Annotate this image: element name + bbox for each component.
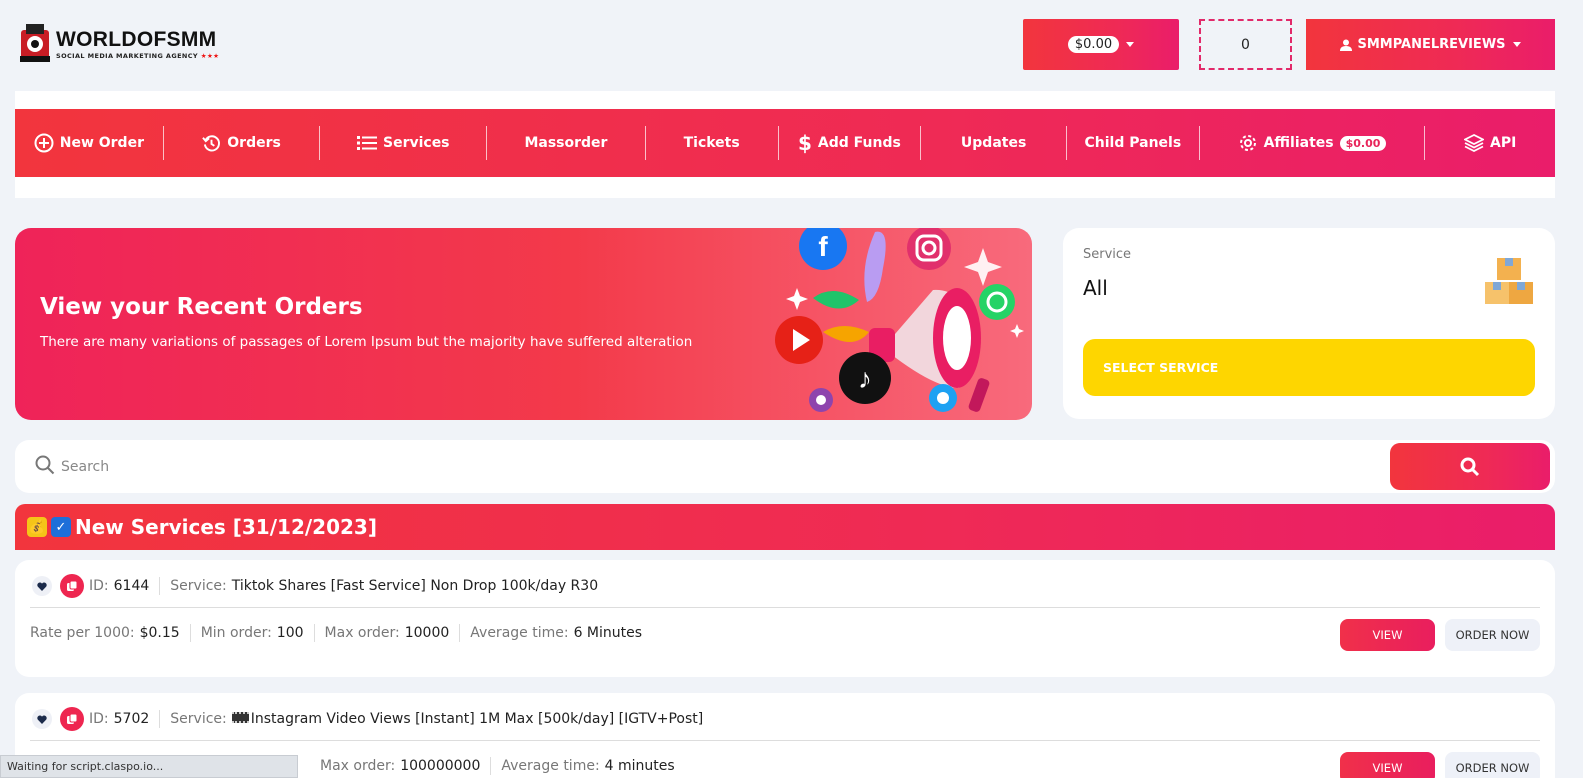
service-item: ID: 6144 Service: Tiktok Shares [Fast Serv… xyxy=(15,560,1555,677)
brand-logo[interactable]: WORLDOFSMM SOCIAL MEDIA MARKETING AGENCY… xyxy=(18,18,240,70)
user-icon xyxy=(1340,39,1353,51)
svg-text:f: f xyxy=(818,231,828,262)
nav-container: New Order Orders Services Massorder Tick… xyxy=(15,91,1555,198)
main-nav: New Order Orders Services Massorder Tick… xyxy=(15,109,1555,177)
nav-updates[interactable]: Updates xyxy=(921,109,1066,177)
chevron-down-icon xyxy=(1126,42,1135,47)
nav-massorder[interactable]: Massorder xyxy=(487,109,645,177)
banner-title: View your Recent Orders xyxy=(40,294,363,320)
search-icon xyxy=(1460,457,1480,476)
category-header: 💰 ✓ New Services [31/12/2023] xyxy=(15,504,1555,550)
favorite-heart-icon[interactable] xyxy=(32,576,52,596)
brand-tagline: SOCIAL MEDIA MARKETING AGENCY ★★★ xyxy=(56,51,220,60)
logo-mascot-icon xyxy=(18,22,52,66)
copy-icon[interactable] xyxy=(60,574,84,598)
layers-icon xyxy=(1464,134,1484,152)
nav-tickets[interactable]: Tickets xyxy=(646,109,778,177)
megaphone-illustration-icon: f ♪ xyxy=(775,228,1024,412)
service-rate: $0.15 xyxy=(139,625,180,641)
favorite-heart-icon[interactable] xyxy=(32,709,52,729)
browser-status-bar: Waiting for script.claspo.io... xyxy=(0,755,298,778)
view-button[interactable]: VIEW xyxy=(1340,619,1435,651)
affiliates-balance-badge: $0.00 xyxy=(1339,135,1387,151)
brand-name: WORLDOFSMM xyxy=(56,27,217,51)
service-max-order: 100000000 xyxy=(400,758,481,774)
recent-orders-banner: View your Recent Orders There are many v… xyxy=(15,228,1032,420)
service-average-time: 4 minutes xyxy=(604,758,675,774)
history-icon xyxy=(202,134,221,153)
service-max-order: 10000 xyxy=(404,625,450,641)
nav-services[interactable]: Services xyxy=(320,109,486,177)
svg-text:♪: ♪ xyxy=(858,363,872,394)
service-name: Tiktok Shares [Fast Service] Non Drop 10… xyxy=(231,578,599,594)
select-service-button[interactable]: SELECT SERVICE xyxy=(1083,339,1535,396)
username: SMMPANELREVIEWS xyxy=(1357,37,1506,52)
order-now-button[interactable]: ORDER NOW xyxy=(1445,619,1540,651)
nav-new-order[interactable]: New Order xyxy=(15,109,163,177)
checkmark-icon: ✓ xyxy=(51,517,71,537)
chevron-down-icon xyxy=(1512,42,1521,47)
banner-subtitle: There are many variations of passages of… xyxy=(40,334,693,350)
copy-icon[interactable] xyxy=(60,707,84,731)
search-button[interactable] xyxy=(1390,443,1550,490)
service-filter-label: Service xyxy=(1083,247,1132,262)
service-id: 5702 xyxy=(113,711,150,727)
boxes-icon xyxy=(1485,258,1533,304)
nav-api[interactable]: API xyxy=(1425,109,1555,177)
search-bar xyxy=(15,440,1555,493)
balance-amount: $0.00 xyxy=(1067,36,1120,53)
search-input[interactable] xyxy=(61,452,1351,482)
view-button[interactable]: VIEW xyxy=(1340,752,1435,778)
balance-dropdown-button[interactable]: $0.00 xyxy=(1023,19,1179,70)
nav-orders[interactable]: Orders xyxy=(164,109,320,177)
service-id: 6144 xyxy=(113,578,150,594)
user-menu-button[interactable]: SMMPANELREVIEWS xyxy=(1306,19,1555,70)
film-icon xyxy=(231,712,249,723)
order-now-button[interactable]: ORDER NOW xyxy=(1445,752,1540,778)
money-bag-icon: 💰 xyxy=(27,517,47,537)
notification-counter[interactable]: 0 xyxy=(1199,19,1292,70)
service-average-time: 6 Minutes xyxy=(573,625,643,641)
service-name: Instagram Video Views [Instant] 1M Max [… xyxy=(250,711,704,727)
list-icon xyxy=(356,135,377,151)
plus-circle-icon xyxy=(34,133,54,153)
nav-affiliates[interactable]: Affiliates $0.00 xyxy=(1200,109,1425,177)
category-title: New Services [31/12/2023] xyxy=(75,515,377,539)
nav-child-panels[interactable]: Child Panels xyxy=(1067,109,1199,177)
search-icon xyxy=(35,455,55,475)
service-min-order: 100 xyxy=(276,625,304,641)
gear-icon xyxy=(1238,133,1258,153)
service-filter-card: Service All SELECT SERVICE xyxy=(1063,228,1555,419)
service-filter-value: All xyxy=(1083,276,1108,300)
dollar-icon: $ xyxy=(797,131,812,155)
nav-add-funds[interactable]: $ Add Funds xyxy=(779,109,921,177)
